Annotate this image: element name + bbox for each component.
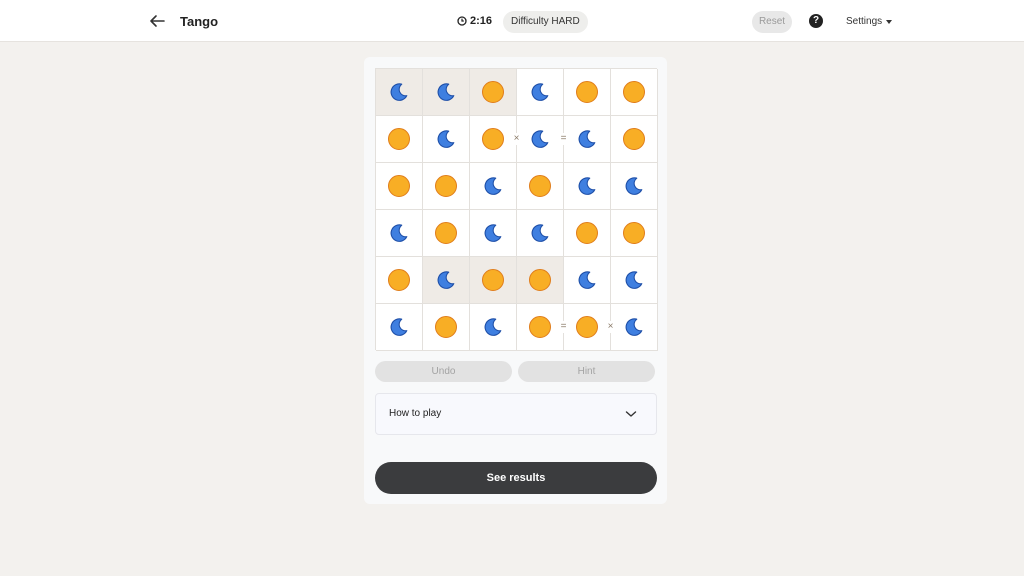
board-cell[interactable] bbox=[611, 304, 658, 351]
board-cell[interactable] bbox=[376, 69, 423, 116]
board-cell[interactable] bbox=[517, 210, 564, 257]
timer-value: 2:16 bbox=[470, 15, 493, 27]
sun-icon bbox=[435, 222, 457, 244]
board-cell[interactable] bbox=[564, 69, 611, 116]
game-board: × = = × bbox=[375, 68, 658, 351]
moon-icon bbox=[388, 222, 410, 244]
sun-icon bbox=[435, 316, 457, 338]
opposite-constraint: × bbox=[606, 321, 615, 333]
moon-icon bbox=[576, 269, 598, 291]
board-cell[interactable] bbox=[470, 304, 517, 351]
sun-icon bbox=[576, 316, 598, 338]
chevron-down-icon bbox=[625, 411, 637, 417]
back-arrow-icon[interactable] bbox=[148, 12, 166, 30]
moon-icon bbox=[435, 81, 457, 103]
board-cell[interactable] bbox=[611, 257, 658, 304]
moon-icon bbox=[576, 128, 598, 150]
sun-icon bbox=[435, 175, 457, 197]
board-cell[interactable]: × bbox=[470, 116, 521, 163]
sun-icon bbox=[388, 269, 410, 291]
sun-icon bbox=[576, 222, 598, 244]
moon-icon bbox=[435, 128, 457, 150]
moon-icon bbox=[576, 175, 598, 197]
settings-dropdown[interactable]: Settings bbox=[846, 16, 893, 27]
board-cell[interactable] bbox=[423, 304, 470, 351]
sun-icon bbox=[623, 222, 645, 244]
board-cell[interactable] bbox=[376, 304, 423, 351]
moon-icon bbox=[435, 269, 457, 291]
board-cell[interactable] bbox=[611, 163, 658, 210]
board-cell[interactable] bbox=[376, 163, 423, 210]
moon-icon bbox=[482, 175, 504, 197]
moon-icon bbox=[529, 222, 551, 244]
app-title: Tango bbox=[180, 14, 219, 29]
game-panel: × = = × Undo Hint How to play See results bbox=[364, 57, 667, 504]
board-cell[interactable] bbox=[564, 116, 611, 163]
moon-icon bbox=[388, 81, 410, 103]
sun-icon bbox=[623, 128, 645, 150]
board-cell[interactable] bbox=[517, 257, 564, 304]
see-results-button[interactable]: See results bbox=[375, 462, 657, 494]
timer: 2:16 bbox=[457, 15, 492, 27]
moon-icon bbox=[529, 128, 551, 150]
moon-icon bbox=[623, 269, 645, 291]
difficulty-badge: Difficulty HARD bbox=[503, 11, 588, 33]
board-cell[interactable] bbox=[376, 257, 423, 304]
moon-icon bbox=[623, 316, 645, 338]
settings-label: Settings bbox=[846, 16, 883, 27]
top-bar: Tango 2:16 Difficulty HARD Reset ? Setti… bbox=[0, 0, 1024, 42]
board-cell[interactable] bbox=[470, 210, 517, 257]
board-cell[interactable] bbox=[376, 116, 423, 163]
board-cell[interactable]: = bbox=[517, 304, 568, 351]
clock-icon bbox=[457, 16, 467, 26]
board-cell[interactable] bbox=[611, 69, 658, 116]
moon-icon bbox=[623, 175, 645, 197]
help-icon[interactable]: ? bbox=[809, 14, 823, 28]
board-cell[interactable] bbox=[423, 116, 470, 163]
sun-icon bbox=[482, 128, 504, 150]
equal-constraint: = bbox=[559, 321, 568, 333]
sun-icon bbox=[482, 81, 504, 103]
sun-icon bbox=[388, 175, 410, 197]
how-to-play-label: How to play bbox=[389, 408, 442, 419]
board-cell[interactable]: × bbox=[564, 304, 615, 351]
sun-icon bbox=[482, 269, 504, 291]
board-cell[interactable] bbox=[470, 163, 517, 210]
board-cell[interactable] bbox=[470, 257, 517, 304]
board-cell[interactable] bbox=[564, 257, 611, 304]
caret-down-icon bbox=[886, 19, 893, 24]
board-cell[interactable] bbox=[423, 257, 470, 304]
board-cell[interactable] bbox=[470, 69, 517, 116]
board-cell[interactable] bbox=[423, 163, 470, 210]
sun-icon bbox=[623, 81, 645, 103]
board-cell[interactable] bbox=[423, 69, 470, 116]
moon-icon bbox=[529, 81, 551, 103]
hint-button[interactable]: Hint bbox=[518, 361, 655, 382]
opposite-constraint: × bbox=[512, 133, 521, 145]
sun-icon bbox=[529, 175, 551, 197]
undo-button[interactable]: Undo bbox=[375, 361, 512, 382]
board-cell[interactable] bbox=[564, 210, 611, 257]
board-cell[interactable] bbox=[564, 163, 611, 210]
board-cell[interactable]: = bbox=[517, 116, 568, 163]
reset-button[interactable]: Reset bbox=[752, 11, 792, 33]
sun-icon bbox=[388, 128, 410, 150]
moon-icon bbox=[388, 316, 410, 338]
sun-icon bbox=[576, 81, 598, 103]
how-to-play-accordion[interactable]: How to play bbox=[375, 393, 657, 435]
equal-constraint: = bbox=[559, 133, 568, 145]
sun-icon bbox=[529, 269, 551, 291]
moon-icon bbox=[482, 316, 504, 338]
board-cell[interactable] bbox=[611, 210, 658, 257]
board-cell[interactable] bbox=[423, 210, 470, 257]
moon-icon bbox=[482, 222, 504, 244]
board-cell[interactable] bbox=[611, 116, 658, 163]
board-cell[interactable] bbox=[517, 163, 564, 210]
board-cell[interactable] bbox=[517, 69, 564, 116]
sun-icon bbox=[529, 316, 551, 338]
board-cell[interactable] bbox=[376, 210, 423, 257]
